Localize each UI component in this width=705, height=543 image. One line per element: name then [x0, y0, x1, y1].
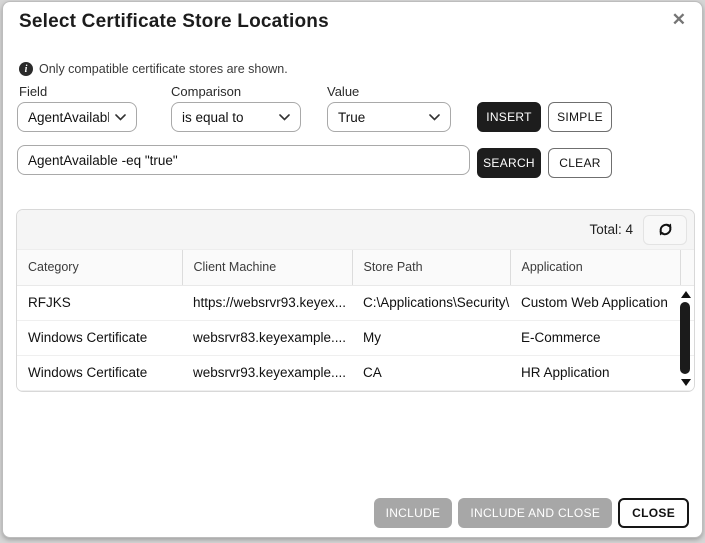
cell-application[interactable]: HR Application	[510, 355, 680, 390]
cell-store-path[interactable]: My	[352, 320, 510, 355]
cell-application[interactable]: Custom Web Application	[510, 285, 680, 320]
close-icon[interactable]: ✕	[666, 6, 692, 34]
refresh-icon	[656, 220, 675, 239]
query-input[interactable]	[17, 145, 470, 175]
chevron-down-icon	[115, 114, 126, 121]
value-label: Value	[327, 84, 359, 99]
cell-client-machine[interactable]: websrvr83.keyexample....	[182, 320, 352, 355]
scrollbar-thumb[interactable]	[680, 302, 690, 374]
insert-button[interactable]: INSERT	[477, 102, 541, 132]
cell-client-machine[interactable]: https://websrvr93.keyex...	[182, 285, 352, 320]
cell-store-path[interactable]: C:\Applications\Security\...	[352, 285, 510, 320]
cell-category[interactable]: Windows Certificate	[17, 320, 182, 355]
column-header-category[interactable]: Category	[17, 250, 182, 285]
chevron-down-icon	[279, 114, 290, 121]
cell-category[interactable]: Windows Certificate	[17, 355, 182, 390]
table-row[interactable]: Windows Certificate websrvr83.keyexample…	[17, 320, 694, 355]
info-icon: i	[19, 62, 33, 76]
info-message: i Only compatible certificate stores are…	[19, 62, 288, 76]
comparison-select[interactable]: is equal to	[171, 102, 301, 132]
info-text: Only compatible certificate stores are s…	[39, 62, 288, 76]
cell-application[interactable]: E-Commerce	[510, 320, 680, 355]
chevron-down-icon	[429, 114, 440, 121]
table-header-row: Category Client Machine Store Path Appli…	[17, 250, 694, 285]
cell-store-path[interactable]: CA	[352, 355, 510, 390]
column-header-spacer	[680, 250, 694, 285]
close-button[interactable]: CLOSE	[618, 498, 689, 528]
cell-client-machine[interactable]: websrvr93.keyexample....	[182, 355, 352, 390]
value-select[interactable]: True	[327, 102, 451, 132]
store-locations-table: Category Client Machine Store Path Appli…	[17, 250, 694, 391]
dialog-footer: INCLUDE INCLUDE AND CLOSE CLOSE	[374, 498, 689, 528]
column-header-client-machine[interactable]: Client Machine	[182, 250, 352, 285]
comparison-label: Comparison	[171, 84, 241, 99]
refresh-button[interactable]	[643, 215, 687, 245]
table-row[interactable]: Windows Certificate websrvr93.keyexample…	[17, 355, 694, 390]
value-select-value: True	[338, 110, 423, 125]
cell-category[interactable]: RFJKS	[17, 285, 182, 320]
table-row[interactable]: RFJKS https://websrvr93.keyex... C:\Appl…	[17, 285, 694, 320]
total-count: Total: 4	[589, 222, 633, 237]
include-button[interactable]: INCLUDE	[374, 498, 453, 528]
field-select[interactable]: AgentAvailable	[17, 102, 137, 132]
table-scrollbar[interactable]	[679, 289, 692, 388]
column-header-store-path[interactable]: Store Path	[352, 250, 510, 285]
scroll-up-icon[interactable]	[681, 291, 691, 298]
results-toolbar: Total: 4	[17, 210, 694, 250]
certificate-store-dialog: Select Certificate Store Locations ✕ i O…	[2, 1, 703, 538]
results-panel: Total: 4 Category Client	[16, 209, 695, 392]
search-button[interactable]: SEARCH	[477, 148, 541, 178]
dialog-title: Select Certificate Store Locations	[19, 11, 329, 33]
comparison-select-value: is equal to	[182, 110, 273, 125]
column-header-application[interactable]: Application	[510, 250, 680, 285]
clear-button[interactable]: CLEAR	[548, 148, 612, 178]
field-label: Field	[19, 84, 47, 99]
include-and-close-button[interactable]: INCLUDE AND CLOSE	[458, 498, 612, 528]
simple-button[interactable]: SIMPLE	[548, 102, 612, 132]
field-select-value: AgentAvailable	[28, 110, 109, 125]
scroll-down-icon[interactable]	[681, 379, 691, 386]
